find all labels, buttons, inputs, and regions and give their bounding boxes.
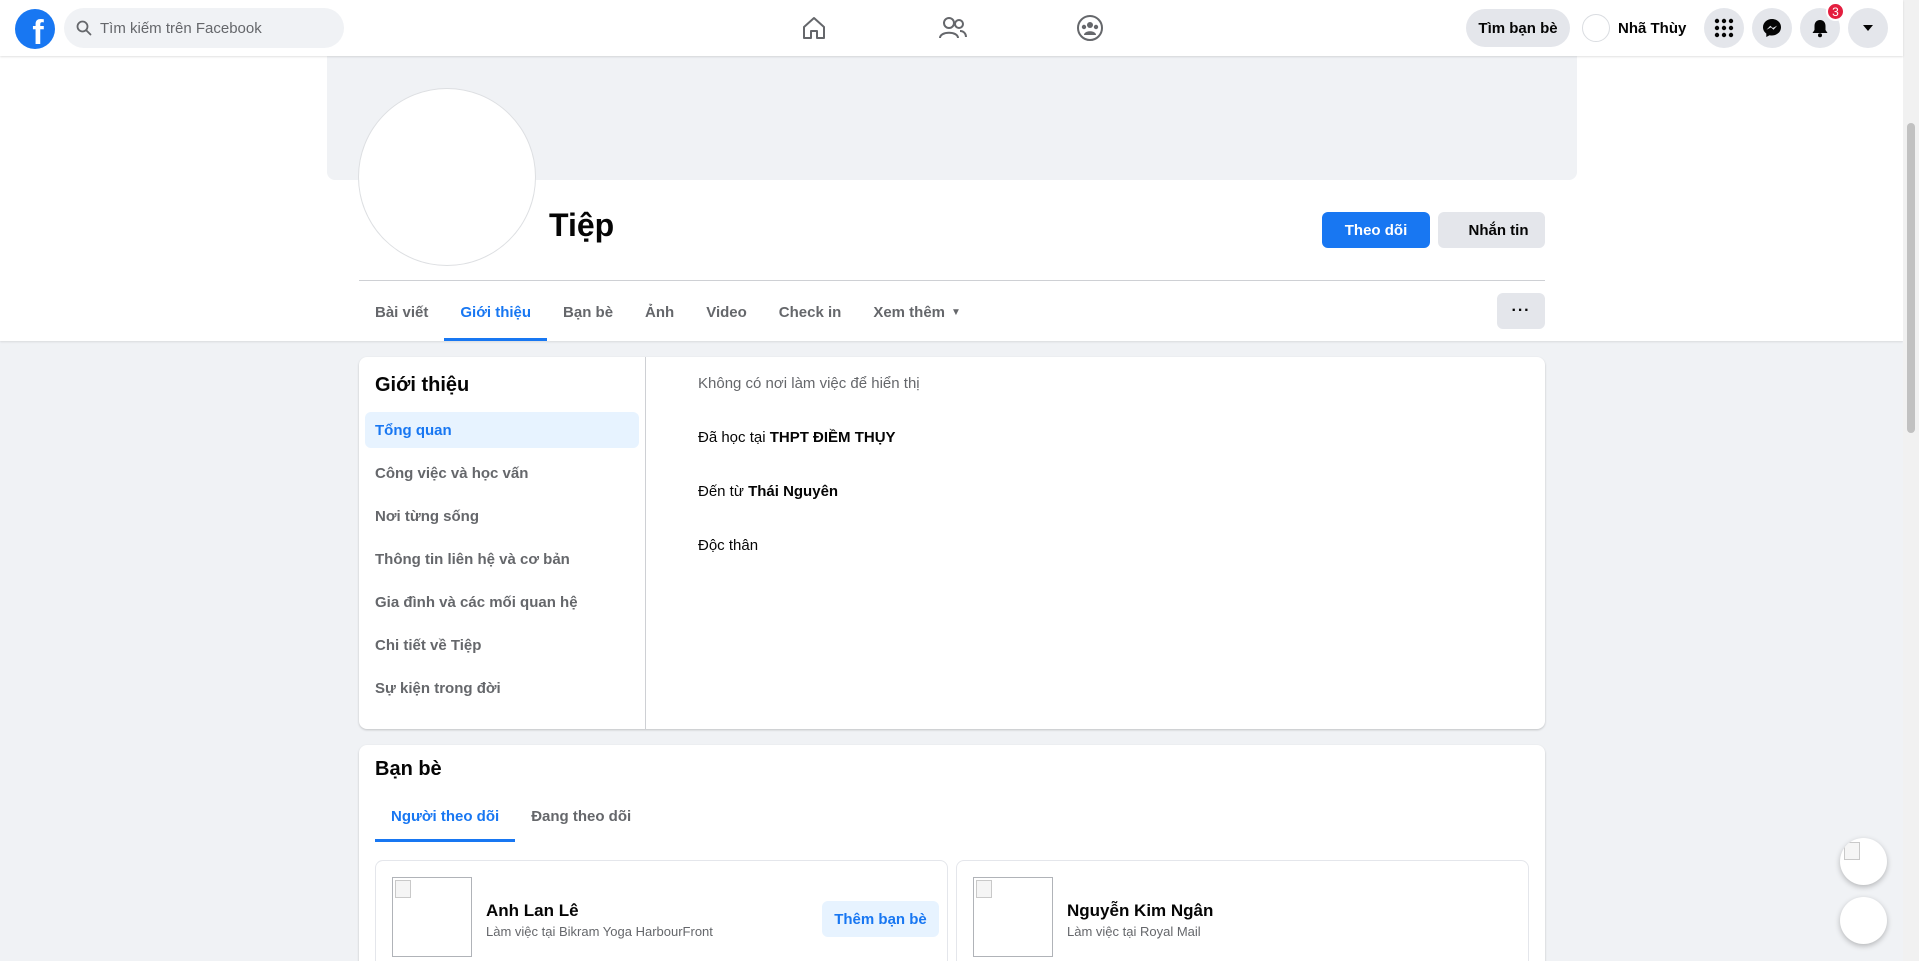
profile-tabs: Bài viết Giới thiệu Bạn bè Ảnh Video Che… [359,284,977,341]
new-message-bubble[interactable] [1840,897,1887,944]
more-options-label: ··· [1511,302,1531,319]
tab-label: Video [706,304,747,321]
tab-label: Check in [778,304,842,321]
tab-following[interactable]: Đang theo dõi [515,790,647,842]
about-sidebar: Giới thiệu Tổng quan Công việc và học vấ… [359,357,646,729]
find-friends-button[interactable]: Tìm bạn bè [1466,9,1570,47]
about-menu-life-events[interactable]: Sự kiện trong đời [365,670,639,706]
friend-name[interactable]: Anh Lan Lê [486,901,579,921]
education-school[interactable]: THPT ĐIỀM THỤY [770,429,896,446]
caret-down-icon: ▼ [951,307,961,318]
bell-icon [1812,20,1828,38]
friends-icon [939,17,967,39]
account-menu-button[interactable] [1848,8,1888,48]
user-name: Nhã Thùy [1618,19,1687,37]
education-line: Đã học tại THPT ĐIỀM THỤY [698,429,896,446]
about-menu-contact-info[interactable]: Thông tin liên hệ và cơ bản [365,541,639,577]
add-friend-button[interactable]: Thêm bạn bè [822,901,939,937]
search-input[interactable] [100,19,320,37]
messenger-button[interactable] [1752,8,1792,48]
header-divider [359,280,1545,281]
page-scrollbar[interactable] [1903,0,1919,961]
about-menu-label: Sự kiện trong đời [375,679,501,697]
notification-badge: 3 [1826,2,1845,21]
friend-name[interactable]: Nguyễn Kim Ngân [1067,901,1213,921]
groups-nav-button[interactable] [1066,0,1114,56]
grid-menu-icon [1714,18,1734,38]
friends-nav-button[interactable] [929,0,977,56]
tab-label: Ảnh [645,304,675,321]
tab-followers[interactable]: Người theo dõi [375,790,516,842]
hometown-place[interactable]: Thái Nguyên [748,483,838,500]
friend-photo[interactable] [392,877,472,957]
tab-friends[interactable]: Bạn bè [547,284,629,341]
notifications-button[interactable]: 3 [1800,2,1845,48]
scrollbar-thumb[interactable] [1907,123,1915,433]
message-button[interactable]: Nhắn tin [1438,212,1545,248]
tab-label: Người theo dõi [391,807,500,825]
friends-card: Bạn bè Người theo dõi Đang theo dõi Anh … [359,745,1545,961]
about-menu-places-lived[interactable]: Nơi từng sống [365,498,639,534]
about-menu-label: Tổng quan [375,421,452,439]
facebook-logo-letter: f [32,14,44,49]
about-menu-label: Gia đình và các mối quan hệ [375,593,578,611]
tab-label: Giới thiệu [460,304,532,321]
hometown-prefix: Đến từ [698,483,749,500]
message-label: Nhắn tin [1468,221,1529,239]
about-menu-label: Nơi từng sống [375,507,480,525]
about-menu-label: Chi tiết về Tiệp [375,636,482,654]
about-menu-family[interactable]: Gia đình và các mối quan hệ [365,584,639,620]
groups-icon [1077,15,1103,41]
tab-check-ins[interactable]: Check in [763,284,858,341]
about-menu-work-education[interactable]: Công việc và học vấn [365,455,639,491]
list-item: Nguyễn Kim Ngân Làm việc tại Royal Mail [956,860,1529,961]
chat-head-bubble[interactable] [1840,838,1887,885]
more-options-button[interactable]: ··· [1497,293,1545,329]
tab-label: Đang theo dõi [531,807,632,825]
about-title: Giới thiệu [375,374,470,396]
tab-photos[interactable]: Ảnh [629,284,690,341]
about-menu-details[interactable]: Chi tiết về Tiệp [365,627,639,663]
friend-photo[interactable] [973,877,1053,957]
about-menu-label: Công việc và học vấn [375,464,529,482]
tab-about[interactable]: Giới thiệu [444,284,547,341]
about-card: Giới thiệu Tổng quan Công việc và học vấ… [359,357,1545,729]
find-friends-label: Tìm bạn bè [1478,19,1558,37]
search-box[interactable] [64,8,344,48]
about-menu-overview[interactable]: Tổng quan [365,412,639,448]
add-friend-label: Thêm bạn bè [834,910,927,928]
tab-label: Bạn bè [563,304,614,321]
avatar [1582,14,1610,42]
home-icon [803,17,825,39]
tab-videos[interactable]: Video [690,284,763,341]
education-prefix: Đã học tại [698,429,770,446]
friends-title: Bạn bè [375,758,442,780]
top-navigation-bar: f Tìm bạn bè Nhã Thùy 3 [0,0,1903,56]
about-menu-label: Thông tin liên hệ và cơ bản [375,550,570,568]
no-workplace-text: Không có nơi làm việc để hiển thị [698,375,920,392]
follow-label: Theo dõi [1344,221,1408,239]
profile-name: Tiệp [549,207,615,243]
relationship-status: Độc thân [698,537,759,554]
tab-posts[interactable]: Bài viết [359,284,444,341]
tab-see-more[interactable]: Xem thêm ▼ [857,284,977,341]
list-item: Anh Lan Lê Làm việc tại Bikram Yoga Harb… [375,860,948,961]
menu-button[interactable] [1704,8,1744,48]
tab-label: Bài viết [375,304,429,321]
friend-subtitle: Làm việc tại Bikram Yoga HarbourFront [486,924,713,939]
tab-label: Xem thêm [873,304,946,321]
friend-subtitle: Làm việc tại Royal Mail [1067,924,1201,939]
messenger-icon [1763,19,1781,37]
home-nav-button[interactable] [790,0,838,56]
profile-picture[interactable] [359,89,535,265]
hometown-line: Đến từ Thái Nguyên [698,483,838,500]
caret-down-icon [1863,25,1873,31]
friends-tabs: Người theo dõi Đang theo dõi [375,790,647,842]
about-menu: Tổng quan Công việc và học vấn Nơi từng … [365,412,639,713]
follow-button[interactable]: Theo dõi [1322,212,1430,248]
facebook-logo[interactable]: f [15,9,55,49]
search-icon [76,20,92,36]
user-profile-chip[interactable]: Nhã Thùy [1582,12,1686,44]
